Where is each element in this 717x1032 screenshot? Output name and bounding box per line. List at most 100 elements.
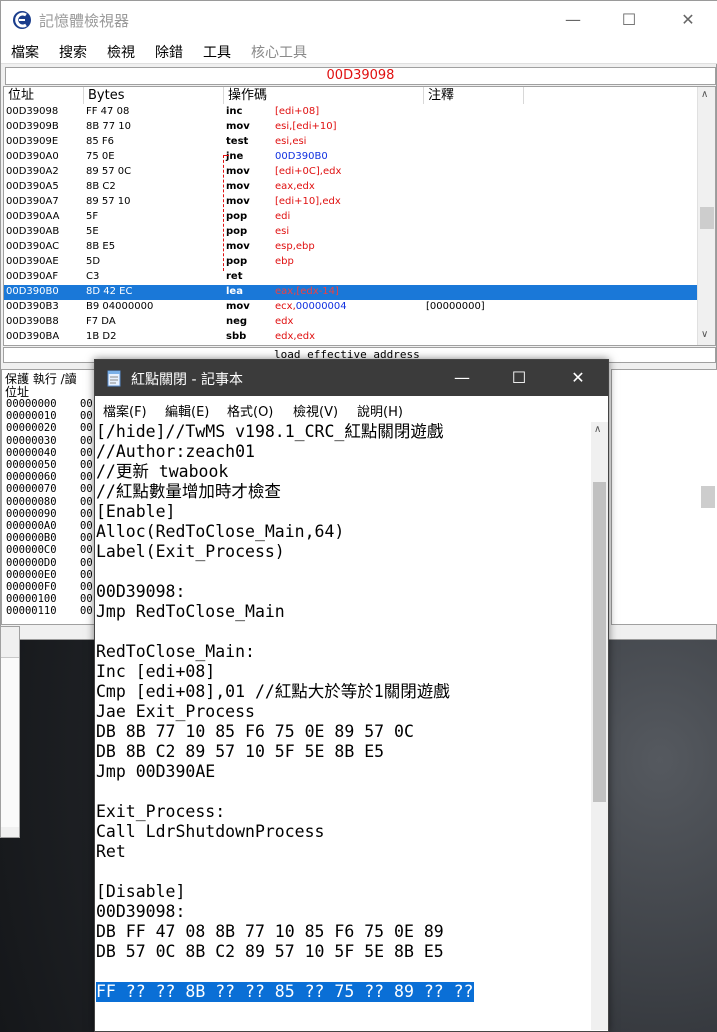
notepad-menu-format[interactable]: 格式(O): [227, 401, 273, 420]
disassembly-row[interactable]: 00D390AF C3 ret: [4, 270, 697, 285]
hex-row-address: 000000A0: [6, 520, 57, 532]
row-opcode: mov: [226, 121, 250, 132]
notepad-scroll-up-icon[interactable]: ∧: [594, 424, 601, 435]
hex-row[interactable]: 00000110 00: [6, 605, 93, 617]
disassembly-row[interactable]: 00D39098 FF 47 08 inc [edi+08]: [4, 105, 697, 120]
disassembly-row[interactable]: 00D390AA 5F pop edi: [4, 210, 697, 225]
hex-row-value: 00: [80, 593, 93, 606]
notepad-scrollbar-thumb[interactable]: [593, 482, 606, 802]
text-line: [Disable]: [96, 882, 186, 901]
hex-row[interactable]: 00000060 00: [6, 471, 93, 483]
row-opcode: pop: [226, 226, 248, 237]
disassembler-scrollbar[interactable]: ∧ ∨: [697, 87, 715, 345]
menu-tools[interactable]: 工具: [203, 42, 231, 62]
hex-row[interactable]: 00000070 00: [6, 483, 93, 496]
selected-text-line: FF ?? ?? 8B ?? ?? 85 ?? 75 ?? 89 ?? ??: [96, 982, 474, 1002]
disassembly-row[interactable]: 00D390A5 8B C2 mov eax,edx: [4, 180, 697, 195]
hex-row[interactable]: 00000090 00: [6, 508, 93, 520]
row-bytes: FF 47 08: [86, 106, 130, 117]
menu-file[interactable]: 檔案: [11, 42, 39, 62]
hex-row[interactable]: 000000C0 00: [6, 544, 93, 556]
notepad-title: 紅點關閉 - 記事本: [131, 372, 243, 388]
maximize-button[interactable]: ☐: [606, 1, 652, 38]
hex-row[interactable]: 00000080 00: [6, 496, 93, 508]
row-bytes: F7 DA: [86, 316, 116, 327]
hex-row[interactable]: 000000F0 00: [6, 581, 93, 593]
hex-row[interactable]: 00000000 00: [6, 398, 93, 410]
minimize-button[interactable]: —: [550, 1, 596, 38]
column-header-address[interactable]: 位址: [4, 87, 84, 104]
row-opcode: mov: [226, 196, 250, 207]
menu-view[interactable]: 檢視: [107, 42, 135, 62]
hex-row[interactable]: 000000A0 00: [6, 520, 93, 532]
hex-view-right[interactable]: [611, 369, 717, 625]
row-opcode: neg: [226, 316, 248, 327]
disassembly-row[interactable]: 00D390AB 5E pop esi: [4, 225, 697, 240]
disassembly-row[interactable]: 00D390B3 B9 04000000 mov ecx,00000004 [00000…: [4, 300, 697, 315]
scrollbar-thumb[interactable]: [700, 207, 714, 229]
row-opcode: jne: [226, 151, 244, 162]
notepad-menu-file[interactable]: 檔案(F): [103, 401, 147, 420]
hex-row[interactable]: 000000E0 00: [6, 569, 93, 581]
row-opcode: pop: [226, 256, 248, 267]
hex-row-value: 00: [80, 532, 93, 545]
hex-view[interactable]: 保護 執行 /讀 位址 00000000 00 00000010 00 00000020…: [1, 369, 97, 625]
menu-kernel-tools[interactable]: 核心工具: [251, 42, 307, 62]
row-bytes: 8B 77 10: [86, 121, 132, 132]
column-header-bytes[interactable]: Bytes: [84, 87, 224, 104]
row-opcode: test: [226, 136, 249, 147]
disassembly-row[interactable]: 00D390A7 89 57 10 mov [edi+10],edx: [4, 195, 697, 210]
scroll-up-icon[interactable]: ∧: [701, 89, 708, 100]
close-button[interactable]: ✕: [665, 1, 711, 38]
disassembly-row[interactable]: 00D390A0 75 0E jne 00D390B0: [4, 150, 697, 165]
disassembly-row[interactable]: 00D3909E 85 F6 test esi,esi: [4, 135, 697, 150]
hex-row-address: 00000070: [6, 483, 57, 496]
scroll-down-icon[interactable]: ∨: [701, 329, 708, 340]
row-bytes: 75 0E: [86, 151, 115, 162]
hex-row[interactable]: 00000010 00: [6, 410, 93, 422]
text-line: DB 8B 77 10 85 F6 75 0E 89 57 0C: [96, 722, 414, 741]
disassembler-view[interactable]: 位址 Bytes 操作碼 注釋 00D39098 FF 47 08 inc [edi+…: [3, 86, 716, 346]
notepad-menu-view[interactable]: 檢視(V): [293, 401, 338, 420]
column-header-opcode[interactable]: 操作碼: [224, 87, 424, 104]
row-bytes: 8D 42 EC: [86, 286, 133, 297]
text-line: //更新 twabook: [96, 462, 229, 481]
disassembly-row[interactable]: 00D390AE 5D pop ebp: [4, 255, 697, 270]
jump-arrow-line: [223, 155, 224, 271]
hex-row[interactable]: 00000050 00: [6, 459, 93, 471]
hex-row[interactable]: 000000D0 00: [6, 557, 93, 569]
disassembly-row[interactable]: 00D390B0 8D 42 EC lea eax,[edx-14]: [4, 285, 697, 300]
disassembly-row[interactable]: 00D390A2 89 57 0C mov [edi+0C],edx: [4, 165, 697, 180]
hex-row[interactable]: 00000030 00: [6, 435, 93, 447]
current-address[interactable]: 00D39098: [5, 67, 716, 85]
hex-row[interactable]: 00000100 00: [6, 593, 93, 605]
notepad-menu-help[interactable]: 說明(H): [357, 401, 403, 420]
notepad-minimize-button[interactable]: —: [439, 360, 485, 396]
notepad-scrollbar[interactable]: ∧: [591, 422, 608, 1030]
hex-row-value: 00: [80, 520, 93, 532]
title-bar: 記憶體檢視器 — ☐ ✕: [1, 1, 717, 38]
menu-search[interactable]: 搜索: [59, 42, 87, 62]
hex-row[interactable]: 00000020 00: [6, 422, 93, 434]
column-header-comment[interactable]: 注釋: [424, 87, 524, 104]
text-line: //Author:zeach01: [96, 442, 255, 461]
disassembly-row[interactable]: 00D390AC 8B E5 mov esp,ebp: [4, 240, 697, 255]
disassembly-row[interactable]: 00D390BA 1B D2 sbb edx,edx: [4, 330, 697, 345]
hex-row[interactable]: 000000B0 00: [6, 532, 93, 544]
text-line: Alloc(RedToClose_Main,64): [96, 522, 345, 541]
disassembly-row[interactable]: 00D390B8 F7 DA neg edx: [4, 315, 697, 330]
hex-row-value: 00: [80, 471, 93, 484]
text-line: Call LdrShutdownProcess: [96, 822, 325, 841]
disassembly-row[interactable]: 00D3909B 8B 77 10 mov esi,[edi+10]: [4, 120, 697, 135]
hex-row[interactable]: 00000040 00: [6, 447, 93, 459]
menu-debug[interactable]: 除錯: [155, 42, 183, 62]
notepad-menu-edit[interactable]: 編輯(E): [165, 401, 209, 420]
row-operands: edx: [275, 316, 294, 327]
text-line: [Enable]: [96, 502, 176, 521]
notepad-maximize-button[interactable]: ☐: [496, 360, 542, 396]
row-operands: esi,esi: [275, 136, 307, 147]
hex-row-value: 00: [80, 422, 93, 435]
notepad-text-area[interactable]: [/hide]//TwMS v198.1_CRC_紅點關閉遊戲//Author:…: [95, 422, 591, 1030]
hex-scrollbar-thumb[interactable]: [701, 486, 715, 508]
notepad-close-button[interactable]: ✕: [555, 360, 601, 396]
